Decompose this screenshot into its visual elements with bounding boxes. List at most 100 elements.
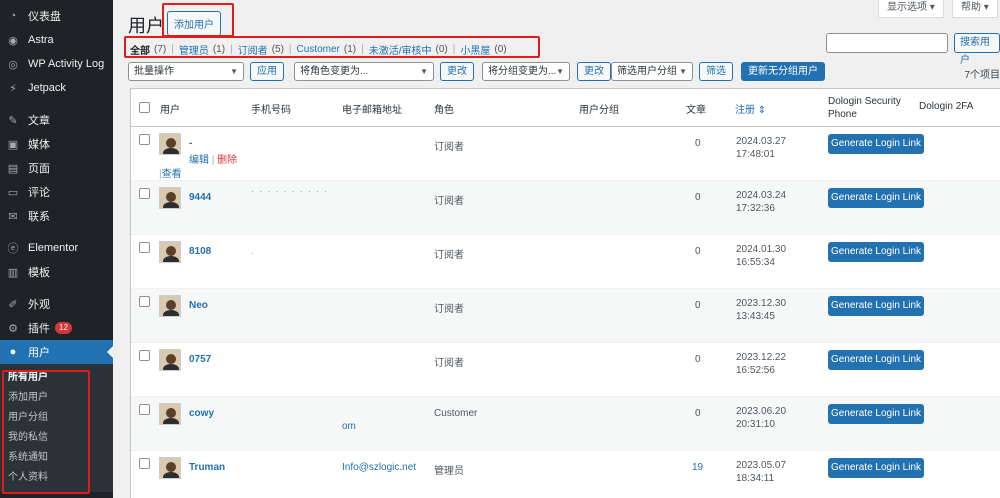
activity-log-icon: ◎ [8,58,18,71]
generate-login-link-button[interactable]: Generate Login Link [828,404,924,424]
menu-media[interactable]: ▣ 媒体 [0,132,113,156]
username-link[interactable]: cowy [189,408,214,419]
delete-link[interactable]: 删除 [217,155,237,166]
filter-button[interactable]: 筛选 [699,62,733,81]
change-role-button[interactable]: 更改 [440,62,474,81]
registered-date: 2024.03.27 17:48:01 [736,136,787,160]
update-ungrouped-button[interactable]: 更新无分组用户 [741,62,825,81]
col-posts: 文章 [686,105,706,116]
help-button[interactable]: 帮助 ▾ [952,0,998,18]
registered-date: 2023.12.30 13:43:45 [736,298,787,322]
generate-login-link-button[interactable]: Generate Login Link [828,296,924,316]
registered-date: 2023.05.07 18:34:11 [736,460,787,484]
username-link[interactable]: - [189,138,192,149]
col-email[interactable]: 电子邮箱地址 [342,101,402,116]
row-checkbox[interactable] [139,188,150,199]
page-icon: ▤ [7,162,19,175]
row-actions: 编辑 | 删除 [189,155,238,166]
posts-count[interactable]: 19 [692,462,703,473]
table-row: 0757 订阅者 0 2023.12.22 16:52:56 Generate Login… [131,343,1000,397]
col-user[interactable]: 用户 [160,101,180,116]
menu-plugins[interactable]: ⚙ 插件 12 [0,316,113,340]
users-submenu: 所有用户 添加用户 用户分组 我的私信 系统通知 个人资料 [0,364,113,492]
menu-pages[interactable]: ▤ 页面 [0,156,113,180]
username-link[interactable]: 9444 [189,192,211,203]
generate-login-link-button[interactable]: Generate Login Link [828,350,924,370]
user-icon: ● [9,346,17,358]
email-link[interactable]: Info@szlogic.net [342,462,416,473]
username-link[interactable]: 8108 [189,246,211,257]
menu-jetpack[interactable]: ⚡ Jetpack [0,76,113,100]
menu-appearance[interactable]: ✐ 外观 [0,292,113,316]
media-icon: ▣ [7,138,19,151]
col-security-phone: Dologin Security Phone [828,96,901,120]
menu-astra[interactable]: ◉ Astra [0,28,113,52]
role-cell: 订阅者 [434,358,464,369]
page-title: 用户 [128,16,164,36]
submenu-notifications[interactable]: 系统通知 [0,448,113,468]
generate-login-link-button[interactable]: Generate Login Link [828,242,924,262]
email-link[interactable]: om [342,421,356,432]
avatar [159,241,181,263]
generate-login-link-button[interactable]: Generate Login Link [828,134,924,154]
search-users-button[interactable]: 搜索用户 [954,33,1000,66]
filter-group-select[interactable]: 筛选用户分组 ▼ [611,62,693,81]
role-cell: 管理员 [434,466,464,477]
avatar [159,403,181,425]
row-checkbox[interactable] [139,404,150,415]
apply-button[interactable]: 应用 [250,62,284,81]
dashboard-icon: ◔ [9,10,17,22]
filter-customer[interactable]: Customer [297,44,340,55]
role-cell: 订阅者 [434,304,464,315]
chevron-down-icon: ▼ [420,67,428,76]
change-role-select[interactable]: 将角色变更为... ▼ [294,62,434,81]
screen-options-button[interactable]: 显示选项 ▾ [878,0,944,18]
table-row: - 编辑 | 删除 |查看 订阅者 0 2024.03.27 17:48:01 Generat… [131,127,1000,181]
generate-login-link-button[interactable]: Generate Login Link [828,458,924,478]
role-filter-links: 全部 (7) | 管理员 (1) | 订阅者 (5) | Customer (1) | … [130,42,507,57]
avatar [159,133,181,155]
bulk-actions-select[interactable]: 批量操作 ▼ [128,62,244,81]
submenu-user-groups[interactable]: 用户分组 [0,408,113,428]
generate-login-link-button[interactable]: Generate Login Link [828,188,924,208]
view-link[interactable]: |查看 [159,165,182,180]
search-input[interactable] [826,33,948,53]
menu-activity-log[interactable]: ◎ WP Activity Log [0,52,113,76]
col-registered[interactable]: 注册 ⇕ [735,101,766,116]
row-checkbox[interactable] [139,350,150,361]
registered-date: 2023.06.20 20:31:10 [736,406,787,430]
filter-all[interactable]: 全部 [130,42,150,57]
row-checkbox[interactable] [139,458,150,469]
filter-blacklist[interactable]: 小黑屋 [460,42,490,57]
change-group-button[interactable]: 更改 [577,62,611,81]
menu-contact[interactable]: ✉ 联系 [0,204,113,228]
filter-admin[interactable]: 管理员 [179,42,209,57]
chevron-down-icon: ▼ [230,67,238,76]
select-all-checkbox[interactable] [139,102,150,113]
menu-posts[interactable]: ✎ 文章 [0,108,113,132]
add-user-button[interactable]: 添加用户 [167,11,221,36]
username-link[interactable]: 0757 [189,354,211,365]
edit-link[interactable]: 编辑 [189,155,209,166]
filter-pending[interactable]: 未激活/审核中 [369,42,432,57]
submenu-all-users[interactable]: 所有用户 [0,368,113,388]
username-link[interactable]: Neo [189,300,208,311]
menu-comments[interactable]: ▭ 评论 [0,180,113,204]
posts-count: 0 [695,408,701,419]
astra-icon: ◉ [8,34,18,47]
row-checkbox[interactable] [139,242,150,253]
submenu-messages[interactable]: 我的私信 [0,428,113,448]
row-checkbox[interactable] [139,134,150,145]
menu-dashboard[interactable]: ◔ 仪表盘 [0,4,113,28]
menu-users[interactable]: ● 用户 [0,340,113,364]
submenu-add-user[interactable]: 添加用户 [0,388,113,408]
submenu-profile[interactable]: 个人资料 [0,468,113,488]
menu-templates[interactable]: ▥ 模板 [0,260,113,284]
row-checkbox[interactable] [139,296,150,307]
chevron-down-icon: ▼ [679,67,687,76]
menu-elementor[interactable]: ⓔ Elementor [0,236,113,260]
table-header: 用户 手机号码 电子邮箱地址 角色 用户分组 文章 注册 ⇕ Dologin S… [131,89,1000,127]
change-group-select[interactable]: 将分组变更为... ▼ [482,62,570,81]
username-link[interactable]: Truman [189,462,225,473]
filter-subscriber[interactable]: 订阅者 [238,42,268,57]
